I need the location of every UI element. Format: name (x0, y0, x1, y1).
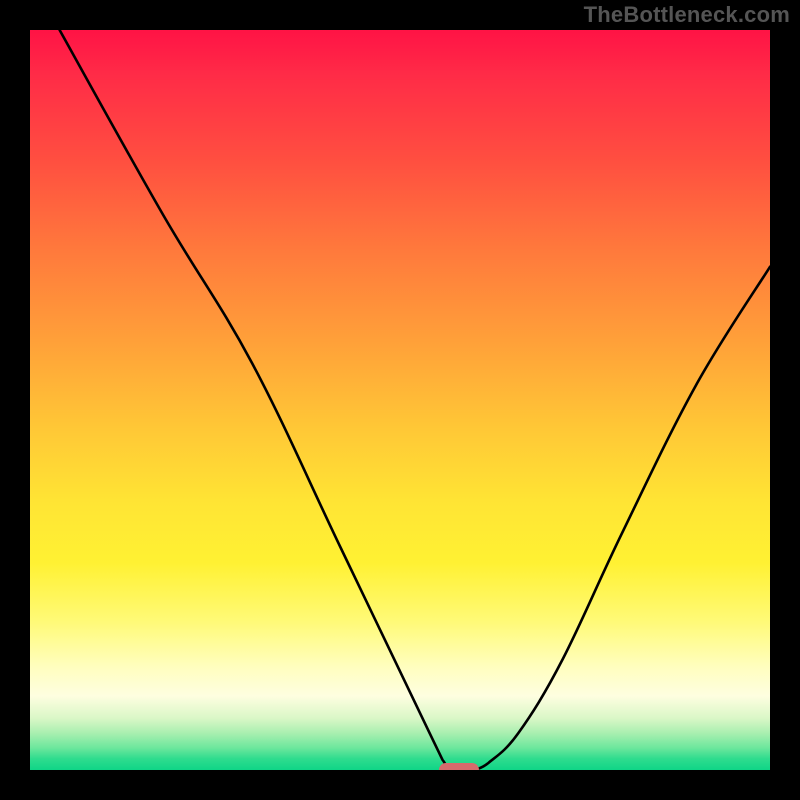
chart-frame: TheBottleneck.com (0, 0, 800, 800)
right-curve (474, 267, 770, 770)
bottleneck-marker (439, 763, 479, 770)
left-curve (60, 30, 460, 770)
plot-area (30, 30, 770, 770)
watermark-text: TheBottleneck.com (584, 2, 790, 28)
curve-layer (30, 30, 770, 770)
